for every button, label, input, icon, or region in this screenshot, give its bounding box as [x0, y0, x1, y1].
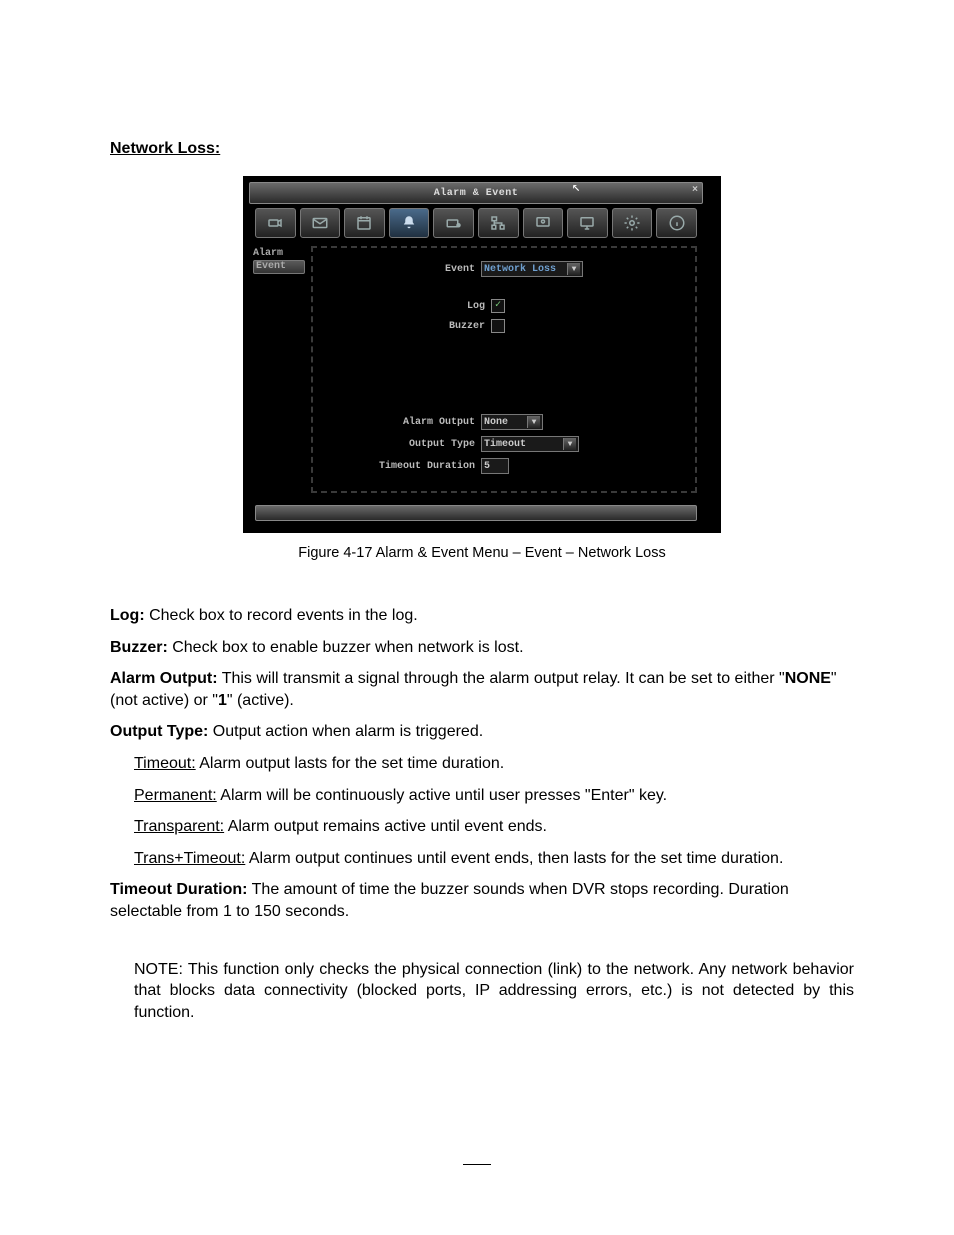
buzzer-bold: Buzzer:	[110, 639, 168, 656]
buzzer-label: Buzzer	[449, 321, 485, 332]
close-icon[interactable]: ×	[692, 185, 698, 196]
form-panel: Event Network Loss ▼ Log ✓ Buzzer	[311, 246, 697, 493]
sub-permanent: Permanent: Alarm will be continuously ac…	[110, 785, 854, 807]
dvr-window: Alarm & Event × ↖ Alarm Event	[249, 182, 703, 521]
ao-pre: This will transmit a signal through the …	[218, 670, 785, 687]
section-heading: Network Loss:	[110, 140, 854, 158]
ao-none: NONE	[785, 670, 831, 687]
transparent-text: Alarm output remains active until event …	[224, 818, 547, 835]
toolbar	[249, 204, 703, 244]
ao-post: " (active).	[227, 692, 294, 709]
log-bold: Log:	[110, 607, 145, 624]
calendar-icon[interactable]	[344, 208, 385, 238]
chevron-down-icon: ▼	[563, 438, 576, 450]
log-text: Check box to record events in the log.	[145, 607, 418, 624]
trans-timeout-u: Trans+Timeout:	[134, 850, 245, 867]
network-icon[interactable]	[478, 208, 519, 238]
event-value: Network Loss	[484, 264, 556, 275]
para-note: NOTE: This function only checks the phys…	[110, 959, 854, 1024]
log-label: Log	[467, 301, 485, 312]
timeout-duration-value: 5	[484, 461, 490, 472]
perm-post: " key.	[629, 787, 667, 804]
output-type-text: Output action when alarm is triggered.	[208, 723, 483, 740]
para-log: Log: Check box to record events in the l…	[110, 605, 854, 627]
perm-bold: Enter	[591, 787, 629, 804]
rec-disk-icon[interactable]	[433, 208, 474, 238]
envelope-icon[interactable]	[300, 208, 341, 238]
window-title: Alarm & Event	[434, 188, 519, 199]
permanent-u: Permanent:	[134, 787, 217, 804]
page-footer-rule	[463, 1164, 491, 1165]
ao-one: 1	[218, 692, 227, 709]
output-type-dropdown[interactable]: Timeout ▼	[481, 436, 579, 452]
perm-pre: Alarm will be continuously active until …	[217, 787, 591, 804]
sidebar-item-alarm[interactable]: Alarm	[253, 248, 305, 260]
cursor-icon: ↖	[572, 179, 580, 196]
output-type-bold: Output Type:	[110, 723, 208, 740]
window-footer	[255, 505, 697, 521]
chevron-down-icon: ▼	[567, 263, 580, 275]
para-alarm-output: Alarm Output: This will transmit a signa…	[110, 668, 854, 711]
figure-screenshot: Alarm & Event × ↖ Alarm Event	[243, 176, 721, 533]
sub-timeout: Timeout: Alarm output lasts for the set …	[110, 753, 854, 775]
sidebar: Alarm Event	[249, 244, 309, 499]
figure-caption: Figure 4-17 Alarm & Event Menu – Event –…	[110, 545, 854, 561]
bell-icon[interactable]	[389, 208, 430, 238]
display-icon[interactable]	[523, 208, 564, 238]
output-type-label: Output Type	[409, 439, 475, 450]
alarm-output-dropdown[interactable]: None ▼	[481, 414, 543, 430]
para-timeout-duration: Timeout Duration: The amount of time the…	[110, 879, 854, 922]
document-page: Network Loss: Alarm & Event × ↖	[0, 0, 954, 1235]
output-type-value: Timeout	[484, 439, 526, 450]
alarm-output-label: Alarm Output	[403, 417, 475, 428]
camera-icon[interactable]	[255, 208, 296, 238]
event-label: Event	[445, 264, 475, 275]
note-text: This function only checks the physical c…	[134, 961, 854, 1021]
timeout-duration-label: Timeout Duration	[379, 461, 475, 472]
trans-timeout-text: Alarm output continues until event ends,…	[245, 850, 783, 867]
monitor-icon[interactable]	[567, 208, 608, 238]
timeout-duration-input[interactable]: 5	[481, 458, 509, 474]
timeout-duration-bold: Timeout Duration:	[110, 881, 247, 898]
window-titlebar: Alarm & Event × ↖	[249, 182, 703, 204]
note-bold: NOTE:	[134, 961, 183, 978]
para-output-type: Output Type: Output action when alarm is…	[110, 721, 854, 743]
info-icon[interactable]	[656, 208, 697, 238]
timeout-u: Timeout:	[134, 755, 196, 772]
alarm-output-bold: Alarm Output:	[110, 670, 218, 687]
window-body: Alarm Event Event Network Loss ▼	[249, 244, 703, 499]
timeout-text: Alarm output lasts for the set time dura…	[196, 755, 505, 772]
buzzer-text: Check box to enable buzzer when network …	[168, 639, 524, 656]
chevron-down-icon: ▼	[527, 416, 540, 428]
transparent-u: Transparent:	[134, 818, 224, 835]
sidebar-item-event[interactable]: Event	[253, 260, 305, 274]
gear-icon[interactable]	[612, 208, 653, 238]
para-buzzer: Buzzer: Check box to enable buzzer when …	[110, 637, 854, 659]
log-checkbox[interactable]: ✓	[491, 299, 505, 313]
event-dropdown[interactable]: Network Loss ▼	[481, 261, 583, 277]
sub-trans-timeout: Trans+Timeout: Alarm output continues un…	[110, 848, 854, 870]
buzzer-checkbox[interactable]	[491, 319, 505, 333]
sub-transparent: Transparent: Alarm output remains active…	[110, 816, 854, 838]
alarm-output-value: None	[484, 417, 508, 428]
